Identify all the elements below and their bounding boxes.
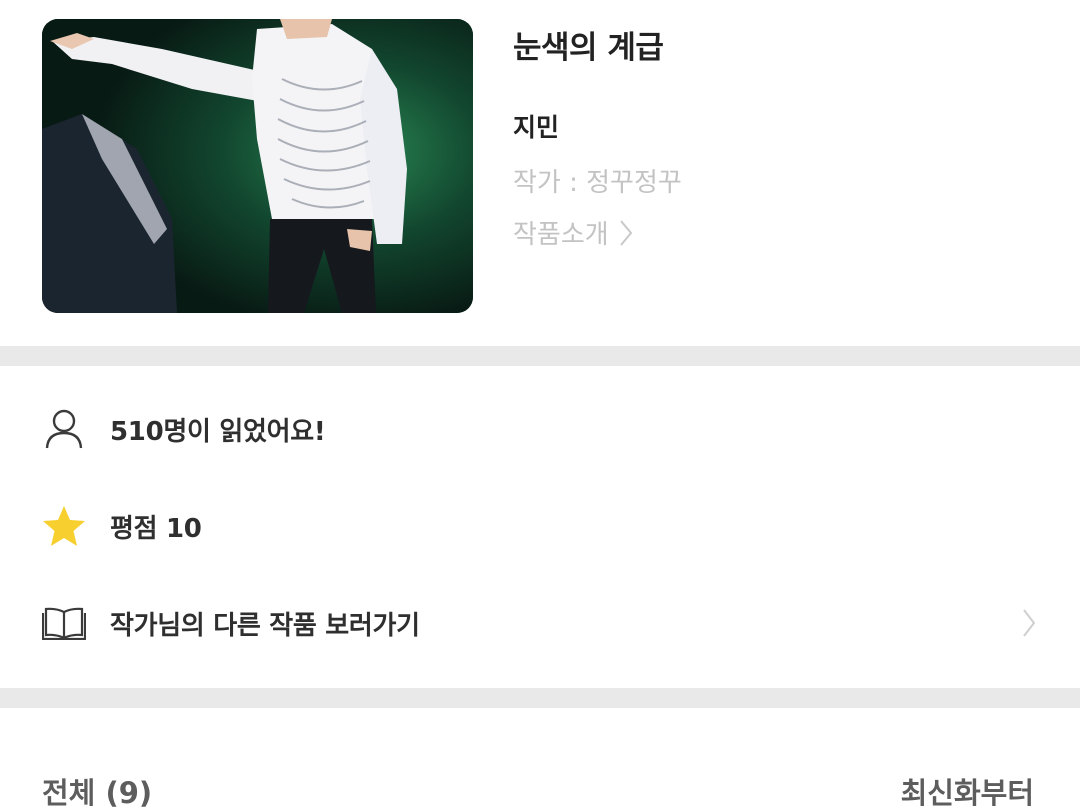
rating-row: 평점 10 <box>0 491 1080 561</box>
work-intro-link[interactable]: 작품소개 <box>513 214 633 251</box>
readers-count-text: 510명이 읽었어요! <box>110 416 326 447</box>
book-icon <box>42 601 86 645</box>
cover-image <box>42 19 473 313</box>
section-divider <box>0 688 1080 708</box>
other-works-row[interactable]: 작가님의 다른 작품 보러가기 <box>0 588 1080 658</box>
rating-text: 평점 10 <box>110 513 202 544</box>
episode-total: 전체 (9) <box>42 776 153 810</box>
work-intro-label: 작품소개 <box>513 220 609 250</box>
work-subject: 지민 <box>513 113 560 142</box>
readers-row: 510명이 읽었어요! <box>0 394 1080 464</box>
chevron-right-icon <box>1022 608 1036 638</box>
work-detail-page: 눈색의 계급 지민 작가 : 정꾸정꾸 작품소개 510명이 읽었어요! 평점 … <box>0 0 1080 810</box>
section-divider <box>0 346 1080 366</box>
sort-order-button[interactable]: 최신화부터 <box>901 770 1034 810</box>
work-title: 눈색의 계급 <box>513 30 664 66</box>
other-works-text: 작가님의 다른 작품 보러가기 <box>110 610 420 641</box>
star-icon <box>42 504 86 548</box>
user-icon <box>42 407 86 451</box>
author-line: 작가 : 정꾸정꾸 <box>513 168 682 198</box>
chevron-right-icon <box>619 219 633 247</box>
